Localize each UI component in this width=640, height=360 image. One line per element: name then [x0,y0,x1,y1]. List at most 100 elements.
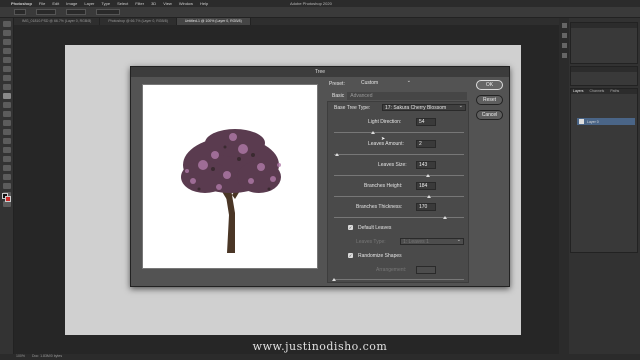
menu-3d[interactable]: 3D [151,1,156,6]
menu-bar: Photoshop File Edit Image Layer Type Sel… [0,0,640,7]
base-tree-type-dropdown[interactable]: 17: Sakura Cherry Blossom [382,103,466,111]
ok-button[interactable]: OK [476,80,503,90]
reset-button[interactable]: Reset [476,95,503,105]
adjustments-icon[interactable] [561,43,567,48]
document-tabs: IMG_01810.PSD @ 66.7% (Layer 0, RGB/8) P… [14,18,559,25]
clone-stamp-tool-icon[interactable] [2,102,11,108]
options-bar [0,7,640,18]
tree-preview-image [181,129,281,253]
leaves-size-slider-thumb[interactable] [425,174,430,177]
options-field[interactable] [36,9,56,15]
navigator-panel [570,66,638,86]
branches-thickness-field[interactable]: 170 [416,203,436,211]
basic-settings-panel: Base Tree Type: 17: Sakura Cherry Blosso… [327,101,469,283]
branches-height-slider-thumb[interactable] [426,195,431,198]
layers-panel-tabs: Layers Channels Paths [571,89,637,94]
brush-tool-icon[interactable] [2,93,11,99]
tab-layers[interactable]: Layers [573,89,584,94]
default-leaves-label: Default Leaves [358,225,392,231]
eyedropper-tool-icon[interactable] [2,75,11,81]
watermark: www.justinodisho.com [252,340,388,353]
tree-preview [142,84,318,269]
menu-image[interactable]: Image [66,1,77,6]
preset-label: Preset: [329,81,345,87]
light-direction-slider-thumb[interactable] [371,131,375,134]
tab-paths[interactable]: Paths [610,89,619,94]
blur-tool-icon[interactable] [2,138,11,144]
move-tool-icon[interactable] [2,21,11,27]
menu-select[interactable]: Select [117,1,128,6]
path-selection-tool-icon[interactable] [2,174,11,180]
tab-channels[interactable]: Channels [590,89,605,94]
options-field[interactable] [66,9,86,15]
menu-edit[interactable]: Edit [52,1,59,6]
navigator-panel-header [571,67,637,72]
panel-icon-strip [559,18,569,358]
lasso-tool-icon[interactable] [2,39,11,45]
marquee-tool-icon[interactable] [2,30,11,36]
cancel-button[interactable]: Cancel [476,110,503,120]
branches-height-field[interactable]: 184 [416,182,436,190]
randomize-shapes-label: Randomize Shapes [358,253,402,259]
doc-tab[interactable]: Photoshop @ 66.7% (Layer 0, RGB/8) [100,18,177,25]
menu-filter[interactable]: Filter [135,1,144,6]
tab-basic[interactable]: Basic [329,92,348,100]
dodge-tool-icon[interactable] [2,147,11,153]
leaves-amount-slider-track [334,154,464,155]
gradient-tool-icon[interactable] [2,129,11,135]
menu-window[interactable]: Window [179,1,193,6]
doc-tab-active[interactable]: Untitled-1 @ 100% (Layer 0, RGB/8) [176,18,251,25]
swatches-icon[interactable] [561,53,567,58]
default-leaves-checkbox[interactable]: ✓ [348,225,353,230]
menu-view[interactable]: View [163,1,172,6]
light-direction-slider-track [334,132,464,133]
eraser-tool-icon[interactable] [2,120,11,126]
zoom-level: 100% [16,354,25,358]
leaves-amount-slider-thumb[interactable] [334,153,339,156]
leaves-type-label: Leaves Type: [356,239,386,245]
frame-tool-icon[interactable] [2,66,11,72]
base-tree-type-label: Base Tree Type: [334,105,371,111]
arrangement-slider-thumb[interactable] [332,278,336,281]
layer-name: Layer 0 [587,119,599,124]
branches-height-slider-track [334,196,464,197]
options-field[interactable] [96,9,120,15]
arrangement-field[interactable] [416,266,436,274]
layer-row[interactable]: Layer 0 [577,118,635,125]
light-direction-field[interactable]: 54 [416,118,436,126]
tab-advanced[interactable]: Advanced [347,92,375,100]
randomize-shapes-checkbox[interactable]: ✓ [348,253,353,258]
layer-thumbnail [579,119,584,124]
pen-tool-icon[interactable] [2,156,11,162]
menu-help[interactable]: Help [200,1,208,6]
healing-brush-tool-icon[interactable] [2,84,11,90]
history-brush-tool-icon[interactable] [2,111,11,117]
menu-layer[interactable]: Layer [84,1,94,6]
menu-photoshop[interactable]: Photoshop [11,1,32,6]
crop-tool-icon[interactable] [2,57,11,63]
doc-tab[interactable]: IMG_01810.PSD @ 66.7% (Layer 0, RGB/8) [14,18,101,25]
branches-thickness-label: Branches Thickness: [356,204,403,210]
background-color-swatch[interactable] [5,196,11,202]
tree-dialog: Tree Preset: Custom ⌄ Basic Advanced Bas… [130,66,510,287]
shape-tool-icon[interactable] [2,183,11,189]
menu-file[interactable]: File [39,1,45,6]
window-title: Adobe Photoshop 2020 [290,1,332,6]
quick-select-tool-icon[interactable] [2,48,11,54]
leaves-type-dropdown[interactable]: 1: Leaves 1 [400,237,464,245]
properties-icon[interactable] [561,33,567,38]
leaves-size-field[interactable]: 143 [416,161,436,169]
tools-panel [0,18,14,358]
type-tool-icon[interactable] [2,165,11,171]
preset-dropdown[interactable]: Custom [361,78,411,87]
leaves-amount-field[interactable]: 2 [416,140,436,148]
history-icon[interactable] [561,23,567,28]
arrangement-slider-track [334,279,464,280]
arrangement-label: Arrangement: [376,267,407,273]
tool-preset-picker[interactable] [14,9,26,15]
branches-thickness-slider-thumb[interactable] [442,216,447,219]
mouse-cursor-icon: ➤ [381,136,386,142]
info-panel-header [571,23,637,28]
light-direction-label: Light Direction: [368,119,402,125]
menu-type[interactable]: Type [101,1,110,6]
